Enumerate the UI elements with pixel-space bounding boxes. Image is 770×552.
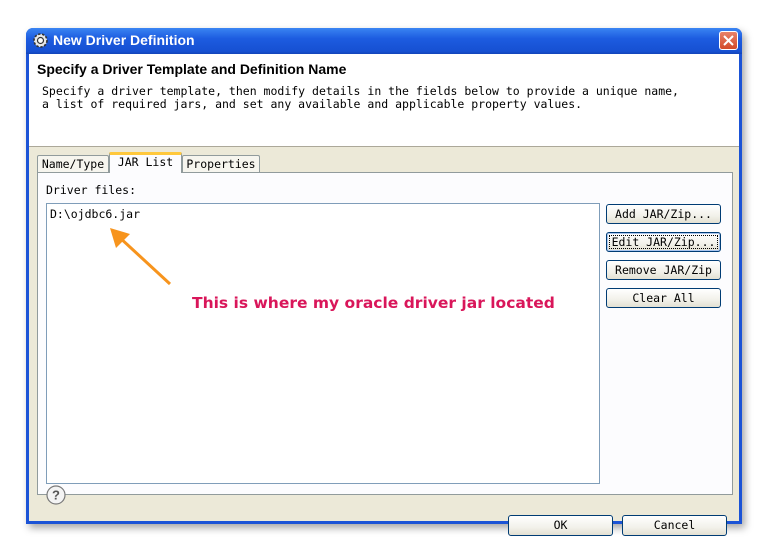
driver-files-label: Driver files: bbox=[46, 183, 137, 197]
gear-icon bbox=[33, 33, 48, 48]
ok-button[interactable]: OK bbox=[508, 515, 613, 536]
annotation-text: This is where my oracle driver jar locat… bbox=[192, 294, 555, 312]
tab-properties[interactable]: Properties bbox=[182, 155, 260, 172]
add-jar-button[interactable]: Add JAR/Zip... bbox=[606, 204, 721, 224]
header-banner: Specify a Driver Template and Definition… bbox=[29, 54, 739, 147]
window-title: New Driver Definition bbox=[53, 32, 195, 48]
dialog-client: Specify a Driver Template and Definition… bbox=[29, 54, 739, 536]
cancel-button[interactable]: Cancel bbox=[622, 515, 727, 536]
driver-files-list[interactable]: D:\ojdbc6.jar This is where my oracle dr… bbox=[46, 203, 600, 484]
close-icon bbox=[723, 35, 734, 46]
arrow-annotation-icon bbox=[110, 228, 172, 286]
page-description: Specify a driver template, then modify d… bbox=[42, 84, 679, 111]
dialog-window: New Driver Definition Specify a Driver T… bbox=[26, 28, 742, 536]
tab-jar-list[interactable]: JAR List bbox=[109, 152, 182, 173]
tab-name-type[interactable]: Name/Type bbox=[37, 155, 109, 172]
help-icon[interactable]: ? bbox=[46, 485, 66, 505]
list-item[interactable]: D:\ojdbc6.jar bbox=[50, 207, 140, 221]
jar-list-panel: Driver files: D:\ojdbc6.jar This is wher… bbox=[37, 172, 733, 495]
clear-all-button[interactable]: Clear All bbox=[606, 288, 721, 308]
edit-jar-button[interactable]: Edit JAR/Zip... bbox=[606, 232, 721, 252]
close-button[interactable] bbox=[719, 31, 738, 50]
svg-text:?: ? bbox=[52, 488, 60, 503]
page-title: Specify a Driver Template and Definition… bbox=[37, 61, 347, 77]
remove-jar-button[interactable]: Remove JAR/Zip bbox=[606, 260, 721, 280]
title-bar[interactable]: New Driver Definition bbox=[26, 28, 742, 54]
